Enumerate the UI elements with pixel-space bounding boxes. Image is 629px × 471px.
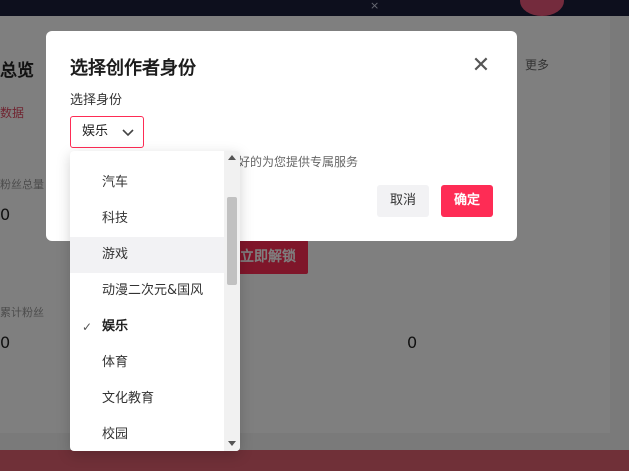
chevron-down-icon — [122, 129, 134, 137]
identity-select-value: 娱乐 — [82, 124, 109, 139]
option-sports[interactable]: 体育 — [70, 345, 224, 381]
dropdown-scrollbar[interactable] — [224, 151, 240, 451]
identity-select[interactable]: 娱乐 — [70, 116, 144, 148]
option-label: 动漫二次元&国风 — [102, 283, 204, 298]
confirm-button[interactable]: 确定 — [441, 185, 493, 217]
check-icon: ✓ — [82, 320, 93, 334]
option-label: 文化教育 — [102, 391, 155, 406]
option-label: 体育 — [102, 355, 129, 370]
option-car[interactable]: 汽车 — [70, 165, 224, 201]
option-label: 校园 — [102, 427, 129, 442]
option-label: 游戏 — [102, 247, 129, 262]
option-label: 汽车 — [102, 175, 129, 190]
scroll-up-arrow-icon[interactable] — [228, 155, 236, 160]
scroll-thumb[interactable] — [227, 197, 237, 285]
scroll-down-arrow-icon[interactable] — [228, 441, 236, 446]
option-tech[interactable]: 科技 — [70, 201, 224, 237]
hint-text: 好的为您提供专属服务 — [238, 155, 359, 169]
identity-dropdown: 汽车 科技 游戏 动漫二次元&国风 ✓ 娱乐 体育 文化教育 校园 — [70, 151, 240, 451]
option-games[interactable]: 游戏 — [70, 237, 224, 273]
cancel-button[interactable]: 取消 — [377, 185, 429, 217]
modal-title: 选择创作者身份 — [70, 58, 196, 79]
option-education[interactable]: 文化教育 — [70, 381, 224, 417]
option-entertainment[interactable]: ✓ 娱乐 — [70, 309, 224, 345]
option-label: 娱乐 — [102, 319, 129, 334]
option-label: 科技 — [102, 211, 129, 226]
option-campus[interactable]: 校园 — [70, 417, 224, 451]
option-anime[interactable]: 动漫二次元&国风 — [70, 273, 224, 309]
identity-field-label: 选择身份 — [70, 93, 123, 108]
close-icon[interactable]: ✕ — [470, 55, 492, 77]
